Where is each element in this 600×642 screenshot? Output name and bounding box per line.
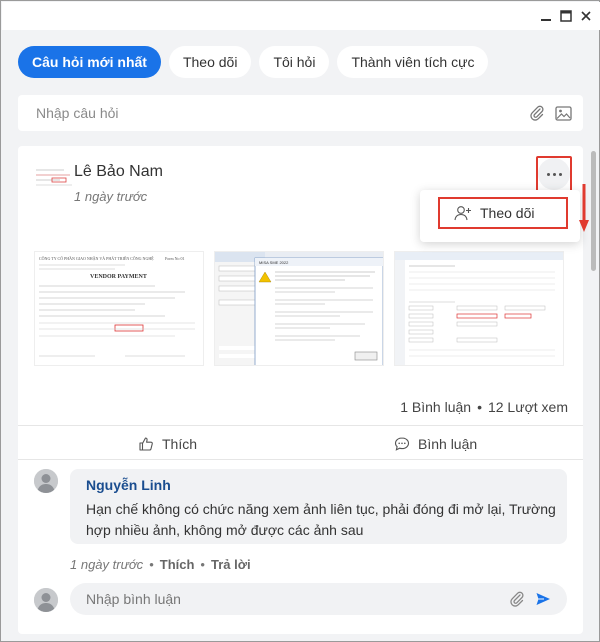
like-label: Thích (162, 436, 198, 452)
more-options-button[interactable] (538, 158, 570, 190)
maximize-icon[interactable] (558, 8, 574, 24)
attachment-icon[interactable] (508, 590, 526, 608)
comment-bubble: Nguyễn Linh Hạn chế không có chức năng x… (70, 469, 567, 544)
comment-meta: 1 ngày trước • Thích • Trả lời (70, 557, 251, 572)
post-image-2[interactable]: MISA SME 2022 (214, 251, 384, 366)
post-author-name[interactable]: Lê Bảo Nam (74, 163, 163, 181)
post-thumbnail[interactable] (34, 164, 78, 194)
current-user-avatar (34, 588, 58, 612)
tab-active-members[interactable]: Thành viên tích cực (337, 46, 489, 78)
dot-icon (546, 172, 550, 176)
minimize-icon[interactable] (538, 8, 554, 24)
post-time: 1 ngày trước (74, 189, 148, 204)
ask-question-input[interactable] (36, 95, 516, 131)
doc-form-no: Form No 01 (165, 256, 185, 261)
doc-header-text: CÔNG TY CỔ PHẦN GIAO NHẬN VÀ PHÁT TRIỂN … (39, 256, 154, 261)
comment-author-name[interactable]: Nguyễn Linh (86, 477, 171, 493)
like-button[interactable]: Thích (138, 436, 197, 452)
divider (18, 425, 583, 426)
comment-time: 1 ngày trước (70, 557, 144, 572)
dot-icon (552, 172, 556, 176)
post-image-1[interactable]: CÔNG TY CỔ PHẦN GIAO NHẬN VÀ PHÁT TRIỂN … (34, 251, 204, 366)
dialog-title: MISA SME 2022 (259, 260, 289, 265)
tab-newest-questions[interactable]: Câu hỏi mới nhất (18, 46, 161, 78)
tab-following[interactable]: Theo dõi (168, 46, 252, 78)
view-count: 12 Lượt xem (487, 399, 568, 415)
follow-menu-item[interactable]: Theo dõi (438, 197, 568, 229)
scrollbar-thumb[interactable] (591, 151, 596, 271)
title-bar (2, 2, 600, 30)
divider (18, 459, 583, 460)
attachment-icon[interactable] (528, 104, 546, 122)
tab-my-questions[interactable]: Tôi hỏi (259, 46, 330, 78)
app-window: Câu hỏi mới nhất Theo dõi Tôi hỏi Thành … (0, 0, 600, 642)
comment-text: Hạn chế không có chức năng xem ảnh liên … (86, 501, 556, 538)
thumbs-up-icon (139, 437, 153, 451)
comment-button[interactable]: Bình luận (394, 436, 477, 452)
user-avatar-icon (34, 469, 58, 493)
meta-separator: • (149, 557, 154, 572)
user-avatar-icon (34, 588, 58, 612)
comment-reply-link[interactable]: Trả lời (211, 557, 251, 572)
dot-icon (558, 172, 562, 176)
image-icon[interactable] (554, 104, 572, 122)
post-stats: 1 Bình luận • 12 Lượt xem (400, 399, 568, 415)
comment-bubble-icon (394, 437, 410, 451)
comment-like-link[interactable]: Thích (160, 557, 195, 572)
stats-separator: • (477, 399, 482, 415)
add-user-icon (454, 206, 471, 221)
doc-title: VENDOR PAYMENT (90, 274, 147, 280)
ask-question-box (18, 95, 583, 131)
follow-label: Theo dõi (480, 205, 535, 221)
filter-tabs: Câu hỏi mới nhất Theo dõi Tôi hỏi Thành … (18, 46, 489, 78)
post-image-3[interactable] (394, 251, 564, 366)
comment-count[interactable]: 1 Bình luận (400, 399, 471, 415)
commenter-avatar[interactable] (34, 469, 58, 493)
close-icon[interactable] (578, 8, 594, 24)
comment-input-box (70, 583, 567, 615)
meta-separator: • (200, 557, 205, 572)
send-icon[interactable] (534, 590, 552, 608)
comment-label: Bình luận (418, 436, 478, 452)
comment-input[interactable] (86, 583, 486, 615)
